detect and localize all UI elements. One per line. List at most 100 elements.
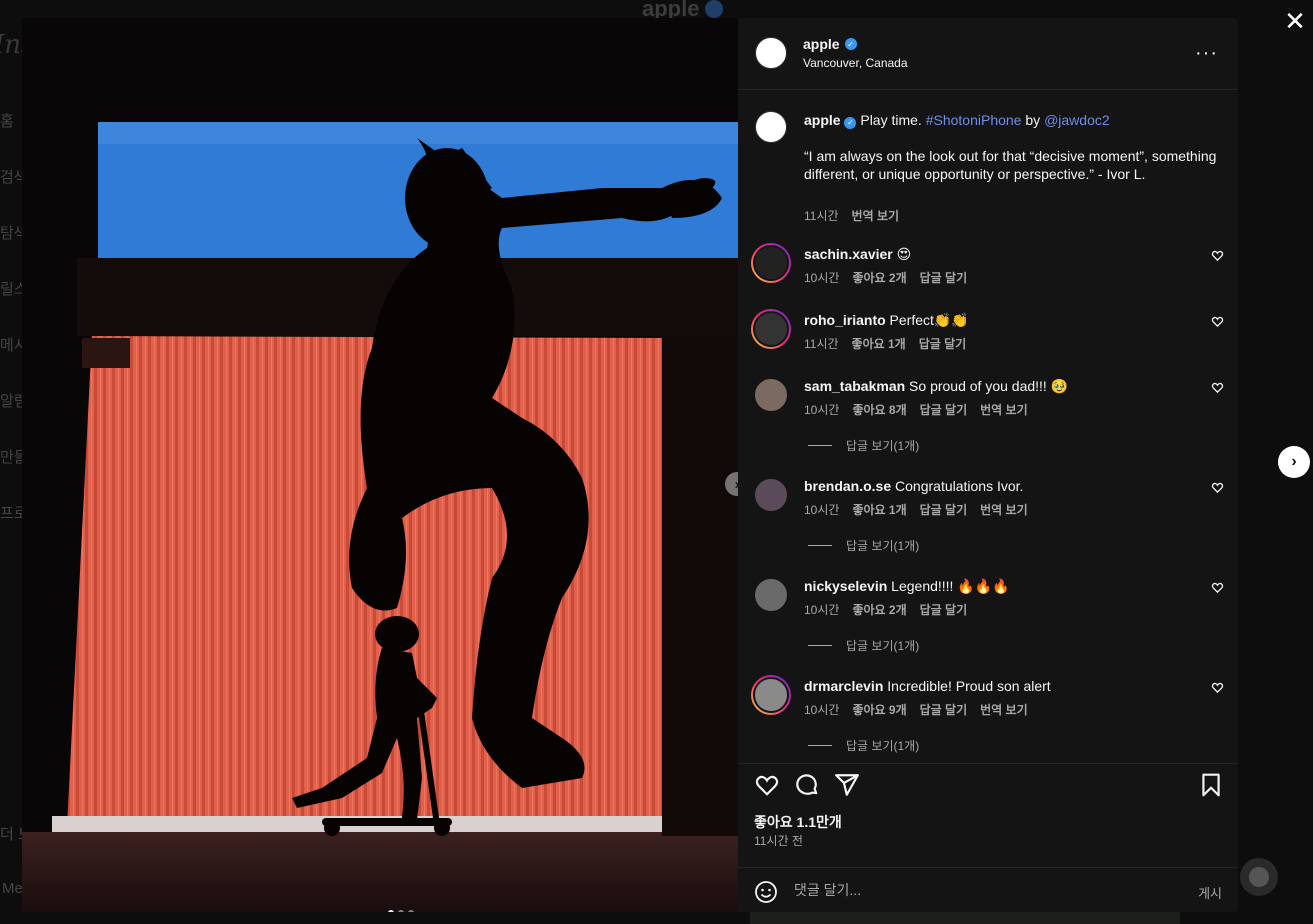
view-replies-label[interactable]: 답글 보기(1개) [846,537,919,554]
commenter-avatar[interactable] [751,675,791,715]
comment-translate[interactable]: 번역 보기 [980,501,1028,518]
comment-like-heart-icon[interactable] [1211,481,1224,497]
more-options-icon[interactable]: ··· [1195,42,1218,65]
commenter-avatar[interactable] [751,375,791,415]
sidebar-item-meta[interactable]: Meta [2,880,24,897]
caption-translate[interactable]: 번역 보기 [852,207,900,224]
view-replies[interactable]: 답글 보기(1개) [808,637,919,654]
comment-text: brendan.o.se Congratulations Ivor. [804,477,1224,495]
comment-reply[interactable]: 답글 달기 [920,269,968,286]
sidebar-item-profile[interactable]: 프로 [0,502,24,558]
caption-avatar[interactable] [755,111,787,143]
comment-time[interactable]: 10시간 [804,401,839,418]
close-button[interactable]: ✕ [1282,8,1308,35]
commenter-username[interactable]: drmarclevin [804,678,883,694]
comment-likes[interactable]: 좋아요 1개 [852,501,906,518]
comment-like-heart-icon[interactable] [1211,381,1224,397]
comment-likes[interactable]: 좋아요 9개 [852,701,906,718]
comment-text: nickyselevin Legend!!!! 🔥🔥🔥 [804,577,1224,595]
commenter-username[interactable]: sachin.xavier [804,246,893,262]
post-time[interactable]: 11시간 전 [754,832,803,849]
commenter-username[interactable]: roho_irianto [804,312,886,328]
sidebar-item-reels[interactable]: 릴스 [0,278,24,334]
sidebar-item-explore[interactable]: 탐색 [0,222,24,278]
comment-time[interactable]: 10시간 [804,701,839,718]
comment-like-heart-icon[interactable] [1211,681,1224,697]
comment-time[interactable]: 11시간 [804,335,839,352]
comment-like-heart-icon[interactable] [1211,315,1224,331]
post-comment-button[interactable]: 게시 [1198,883,1222,902]
comment-likes[interactable]: 좋아요 1개 [852,335,906,352]
caption-body: Play time. [856,112,926,128]
view-replies-label[interactable]: 답글 보기(1개) [846,637,919,654]
comment-time[interactable]: 10시간 [804,601,839,618]
comments-list[interactable]: apple ✓ Play time. #ShotoniPhone by @jaw… [738,91,1238,763]
comment-likes[interactable]: 좋아요 2개 [852,601,906,618]
post-details-panel: apple ✓ Vancouver, Canada ··· apple ✓ Pl… [738,18,1238,912]
comment-reply[interactable]: 답글 달기 [920,501,968,518]
comment-reply[interactable]: 답글 달기 [920,701,968,718]
comment-text: drmarclevin Incredible! Proud son alert [804,677,1224,695]
view-replies[interactable]: 답글 보기(1개) [808,737,919,754]
sidebar-item-create[interactable]: 만들 [0,446,24,502]
emoji-icon[interactable] [754,880,778,909]
comment-text: roho_irianto Perfect👏👏 [804,311,1224,329]
comment-reply[interactable]: 답글 달기 [919,335,967,352]
view-replies[interactable]: 답글 보기(1개) [808,537,919,554]
sidebar-item-search[interactable]: 검색 [0,166,24,222]
post-photo[interactable]: › [22,18,738,912]
apple-avatar[interactable] [755,37,787,69]
commenter-avatar[interactable] [751,243,791,283]
commenter-username[interactable]: sam_tabakman [804,378,905,394]
caption-mention[interactable]: @jawdoc2 [1044,112,1110,128]
comment-item: brendan.o.se Congratulations Ivor. 10시간 좋아… [738,475,1238,553]
comment-likes[interactable]: 좋아요 2개 [852,269,906,286]
commenter-avatar[interactable] [751,475,791,515]
comment-translate[interactable]: 번역 보기 [980,401,1028,418]
commenter-username[interactable]: brendan.o.se [804,478,891,494]
comment-body: Perfect👏👏 [885,312,969,328]
view-replies-label[interactable]: 답글 보기(1개) [846,437,919,454]
post-author[interactable]: apple ✓ [803,36,857,52]
heart-icon[interactable] [754,772,780,803]
comment-like-heart-icon[interactable] [1211,581,1224,597]
caption-username[interactable]: apple [804,112,841,128]
likes-count[interactable]: 좋아요 1.1만개 [754,812,842,832]
comment-time[interactable]: 10시간 [804,501,839,518]
comment-reply[interactable]: 답글 달기 [920,401,968,418]
sidebar-item-home[interactable]: 홈 [0,110,24,166]
comment-body: Incredible! Proud son alert [883,678,1051,694]
commenter-username[interactable]: nickyselevin [804,578,887,594]
sidebar-item-notifications[interactable]: 알림 [0,390,24,446]
sidebar-item-messages[interactable]: 메시 [0,334,24,390]
comment-input[interactable] [794,882,1174,898]
post-location[interactable]: Vancouver, Canada [803,56,908,70]
comment-body: Legend!!!! 🔥🔥🔥 [887,578,1010,594]
commenter-avatar[interactable] [751,575,791,615]
share-icon[interactable] [834,772,860,803]
comment-reply[interactable]: 답글 달기 [920,601,968,618]
verified-badge-icon: ✓ [844,117,857,129]
view-replies[interactable]: 답글 보기(1개) [808,437,919,454]
comment-item: nickyselevin Legend!!!! 🔥🔥🔥 10시간 좋아요 2개 답글 … [738,575,1238,653]
bookmark-icon[interactable] [1198,772,1224,803]
caption-time[interactable]: 11시간 [804,207,839,224]
comment-meta: 10시간 좋아요 2개 답글 달기 [804,601,967,618]
sidebar-item-more[interactable]: 더 보기 [0,823,24,844]
comment-like-heart-icon[interactable] [1211,249,1224,265]
caption-text: apple ✓ Play time. #ShotoniPhone by @jaw… [804,111,1224,129]
post-author-username[interactable]: apple [803,36,840,52]
comment-time[interactable]: 10시간 [804,269,839,286]
background-messages-button[interactable] [1240,858,1278,896]
comment-composer: 게시 [738,867,1238,913]
comment-likes[interactable]: 좋아요 8개 [852,401,906,418]
carousel-dot [398,910,404,912]
next-post-button[interactable]: › [1278,446,1310,478]
view-replies-label[interactable]: 답글 보기(1개) [846,737,919,754]
caption-hashtag[interactable]: #ShotoniPhone [926,112,1022,128]
comment-icon[interactable] [794,772,820,803]
comment-translate[interactable]: 번역 보기 [980,701,1028,718]
commenter-avatar[interactable] [751,309,791,349]
comment-meta: 11시간 좋아요 1개 답글 달기 [804,335,966,352]
comment-text: sachin.xavier 😍 [804,245,1224,263]
